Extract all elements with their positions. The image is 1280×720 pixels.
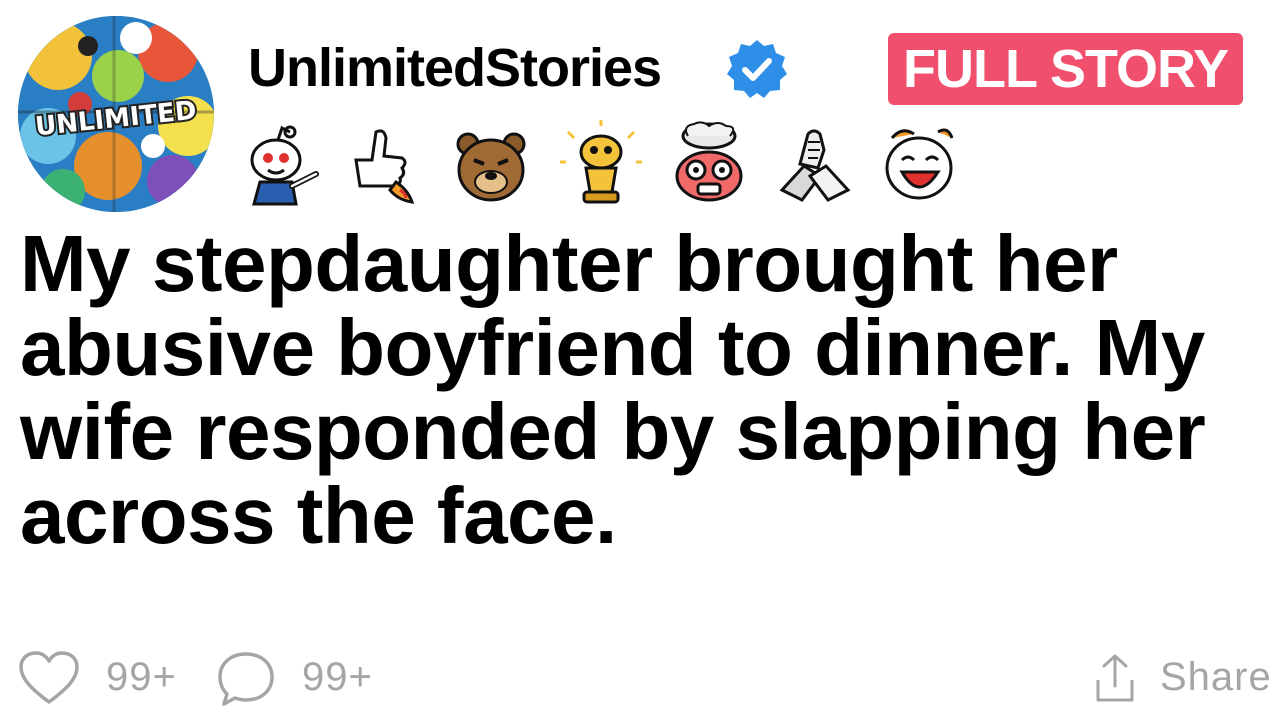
gold-snoo-award-icon bbox=[560, 120, 642, 204]
pointing-snoo-award-icon bbox=[250, 125, 319, 206]
avatar-collage-image: UNLIMITED bbox=[18, 16, 214, 212]
bear-award-icon bbox=[456, 132, 526, 202]
heart-icon[interactable] bbox=[18, 650, 80, 706]
likes-count: 99+ bbox=[106, 655, 177, 699]
post-footer: 99+ 99+ Share bbox=[0, 640, 1280, 720]
comments-count: 99+ bbox=[302, 655, 373, 699]
mind-blown-award-icon bbox=[675, 121, 743, 202]
avatar[interactable]: UNLIMITED bbox=[18, 16, 214, 212]
comment-bubble-icon[interactable] bbox=[216, 650, 276, 708]
share-button[interactable]: Share bbox=[1090, 648, 1271, 710]
rocket-thumbs-up-award-icon bbox=[354, 129, 415, 204]
full-story-button[interactable]: FULL STORY bbox=[888, 33, 1243, 105]
username[interactable]: UnlimitedStories bbox=[248, 36, 662, 100]
handshake-award-icon bbox=[779, 129, 851, 202]
laughing-award-icon bbox=[885, 128, 954, 200]
post-headline: My stepdaughter brought her abusive boyf… bbox=[20, 219, 1206, 560]
share-label: Share bbox=[1160, 655, 1272, 699]
share-icon bbox=[1096, 654, 1134, 702]
awards-row bbox=[238, 120, 978, 206]
verified-badge-icon bbox=[727, 40, 787, 98]
